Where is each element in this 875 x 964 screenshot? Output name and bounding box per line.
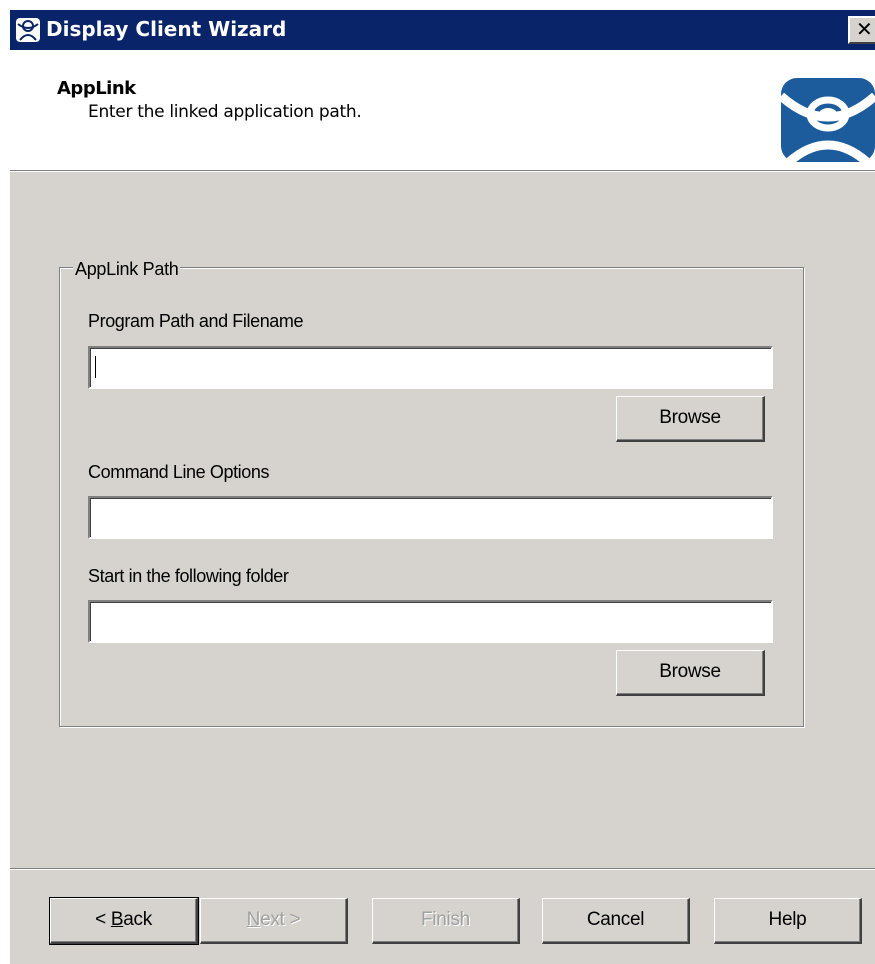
- cancel-button[interactable]: Cancel: [542, 898, 690, 944]
- start-folder-label: Start in the following folder: [88, 566, 289, 586]
- group-legend: AppLink Path: [73, 259, 181, 279]
- command-line-input[interactable]: [88, 496, 773, 539]
- next-button[interactable]: Next >: [200, 898, 348, 944]
- wizard-header: AppLink Enter the linked application pat…: [10, 50, 875, 171]
- help-button[interactable]: Help: [714, 898, 862, 944]
- program-path-label: Program Path and Filename: [88, 311, 304, 331]
- header-divider: [10, 171, 875, 172]
- thinmanager-logo: [781, 78, 875, 162]
- browse-program-button[interactable]: Browse: [616, 396, 765, 442]
- program-path-input[interactable]: [88, 346, 773, 389]
- browse-folder-button[interactable]: Browse: [616, 650, 765, 696]
- text-caret: [95, 356, 96, 378]
- page-title: AppLink: [57, 78, 136, 99]
- command-line-label: Command Line Options: [88, 462, 270, 482]
- footer-divider: [10, 868, 875, 870]
- back-accel-key: B: [110, 909, 124, 930]
- page-subtitle: Enter the linked application path.: [88, 102, 362, 122]
- thinmanager-icon: [16, 18, 40, 42]
- finish-button[interactable]: Finish: [372, 898, 520, 944]
- back-prefix: <: [95, 909, 111, 930]
- wizard-window: Display Client Wizard ✕ AppLink Enter th…: [10, 10, 875, 964]
- back-rest: ack: [123, 909, 152, 930]
- next-rest: ext >: [260, 909, 301, 930]
- close-icon: ✕: [856, 17, 873, 41]
- close-button[interactable]: ✕: [848, 16, 875, 44]
- back-button[interactable]: < Back: [49, 897, 199, 945]
- start-folder-input[interactable]: [88, 600, 773, 643]
- window-title: Display Client Wizard: [46, 17, 287, 41]
- title-bar[interactable]: Display Client Wizard ✕: [10, 10, 875, 50]
- next-accel-key: N: [246, 909, 261, 930]
